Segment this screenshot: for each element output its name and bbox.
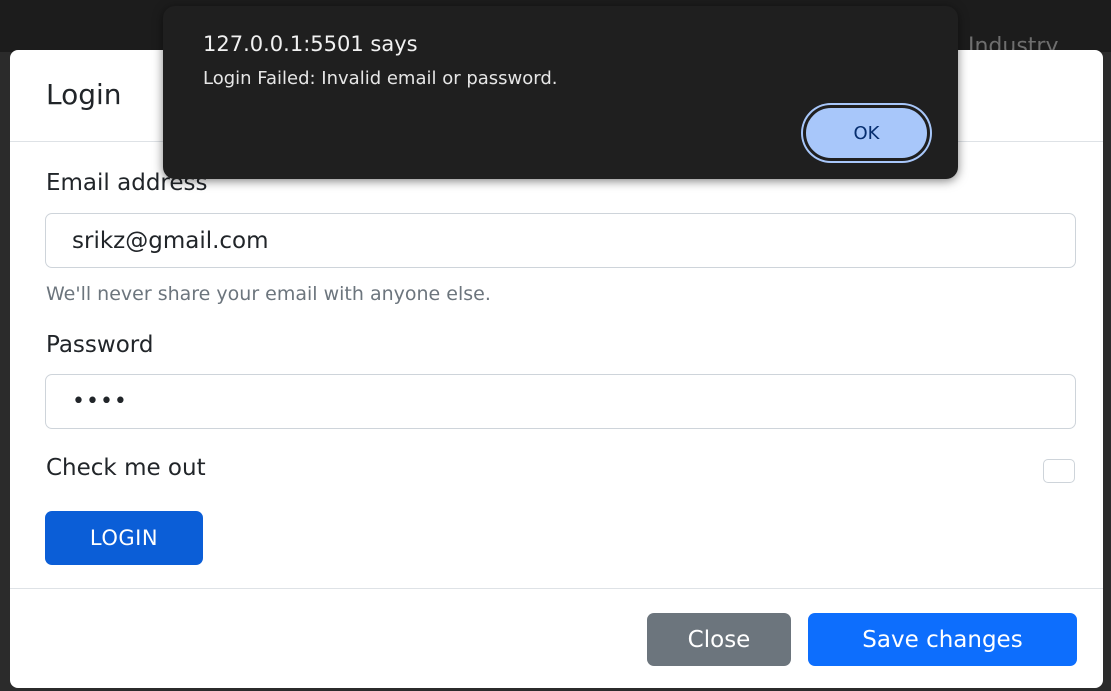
check-me-out-checkbox[interactable] [1043, 459, 1075, 483]
password-label: Password [46, 332, 154, 358]
password-field[interactable] [45, 374, 1076, 429]
alert-origin: 127.0.0.1:5501 says [203, 32, 418, 56]
close-button[interactable]: Close [647, 613, 791, 666]
modal-title: Login [46, 78, 122, 111]
alert-message: Login Failed: Invalid email or password. [203, 68, 558, 89]
login-button[interactable]: LOGIN [45, 511, 203, 565]
alert-ok-button[interactable]: OK [803, 105, 930, 161]
browser-alert-dialog: 127.0.0.1:5501 says Login Failed: Invali… [163, 6, 958, 179]
email-help-text: We'll never share your email with anyone… [46, 283, 491, 305]
email-field[interactable] [45, 213, 1076, 268]
checkbox-label: Check me out [46, 455, 206, 481]
modal-footer: Close Save changes [10, 588, 1103, 688]
save-changes-button[interactable]: Save changes [808, 613, 1077, 666]
